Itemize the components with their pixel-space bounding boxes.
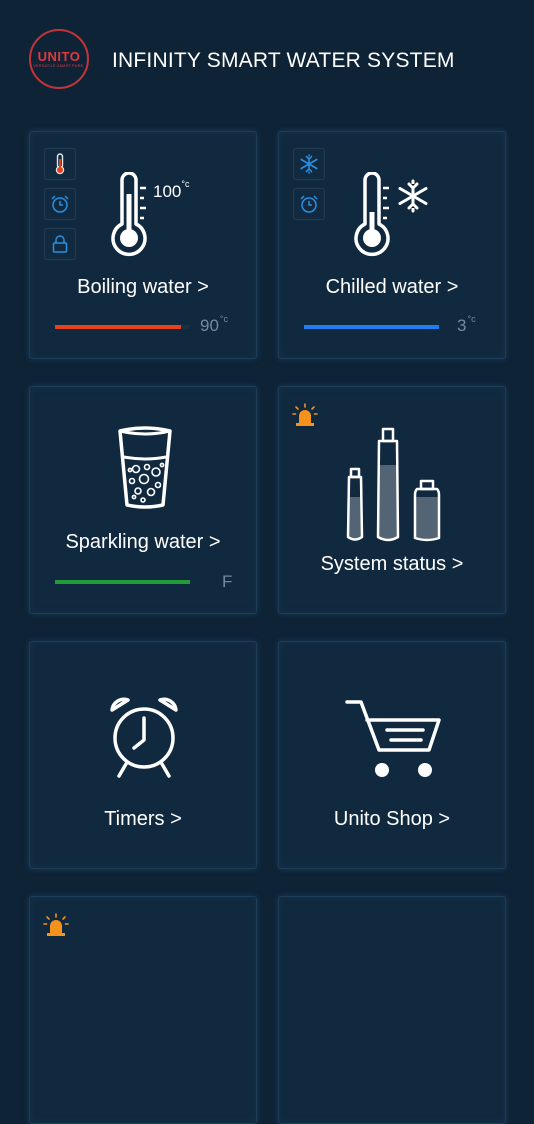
alarm-light-icon: [43, 913, 69, 936]
app-title: INFINITY SMART WATER SYSTEM: [112, 49, 455, 72]
unito-logo: UNITO VERSATILE.SMART.PURE.: [29, 29, 89, 89]
tile-sparkling-water[interactable]: Sparkling water > F: [29, 386, 257, 614]
tile-label-system-status: System status >: [320, 553, 464, 575]
tile-label-sparkling-water: Sparkling water >: [65, 531, 221, 553]
tile-label-unito-shop: Unito Shop >: [333, 808, 451, 830]
sparkling-level-indicator: F: [222, 572, 233, 591]
boiling-setpoint: 100°c: [153, 179, 190, 201]
bottles-icon: [346, 427, 441, 542]
tile-timers[interactable]: Timers >: [29, 641, 257, 869]
tile-unito-shop[interactable]: Unito Shop >: [278, 641, 506, 869]
alarm-clock-icon[interactable]: [44, 188, 76, 220]
tile-label-chilled-water: Chilled water >: [325, 276, 459, 298]
tile-partial-left[interactable]: [29, 896, 257, 1124]
tile-chilled-water[interactable]: Chilled water > 3°c: [278, 131, 506, 359]
tile-boiling-water[interactable]: 100°c Boiling water > 90°c: [29, 131, 257, 359]
snowflake-icon[interactable]: [293, 148, 325, 180]
glass-with-bubbles-icon: [118, 426, 172, 509]
chilled-level-fill: [304, 325, 439, 329]
sparkling-level-fill: [55, 580, 190, 584]
shopping-cart-icon: [345, 700, 441, 777]
alarm-clock-icon: [110, 697, 178, 778]
boiling-temperature-reading: 90°c: [200, 314, 229, 335]
chilled-level-bar: [304, 325, 439, 329]
tile-system-status[interactable]: System status >: [278, 386, 506, 614]
sparkling-level-bar: [55, 580, 190, 584]
alarm-light-icon: [292, 403, 318, 426]
tile-partial-right[interactable]: [278, 896, 506, 1124]
boiling-level-fill: [55, 325, 181, 329]
thermometer-snowflake-icon: [354, 172, 428, 257]
app-header: UNITO VERSATILE.SMART.PURE. INFINITY SMA…: [0, 0, 534, 120]
thermometer-icon[interactable]: [44, 148, 76, 180]
tile-label-timers: Timers >: [104, 808, 182, 830]
logo-text: UNITO: [37, 49, 81, 64]
logo-tagline: VERSATILE.SMART.PURE.: [33, 64, 85, 68]
boiling-level-bar: [55, 325, 190, 329]
tile-label-boiling-water: Boiling water >: [77, 276, 209, 298]
padlock-icon[interactable]: [44, 228, 76, 260]
chilled-temperature-reading: 3°c: [457, 314, 476, 335]
thermometer-icon: [111, 172, 147, 257]
alarm-clock-icon[interactable]: [293, 188, 325, 220]
